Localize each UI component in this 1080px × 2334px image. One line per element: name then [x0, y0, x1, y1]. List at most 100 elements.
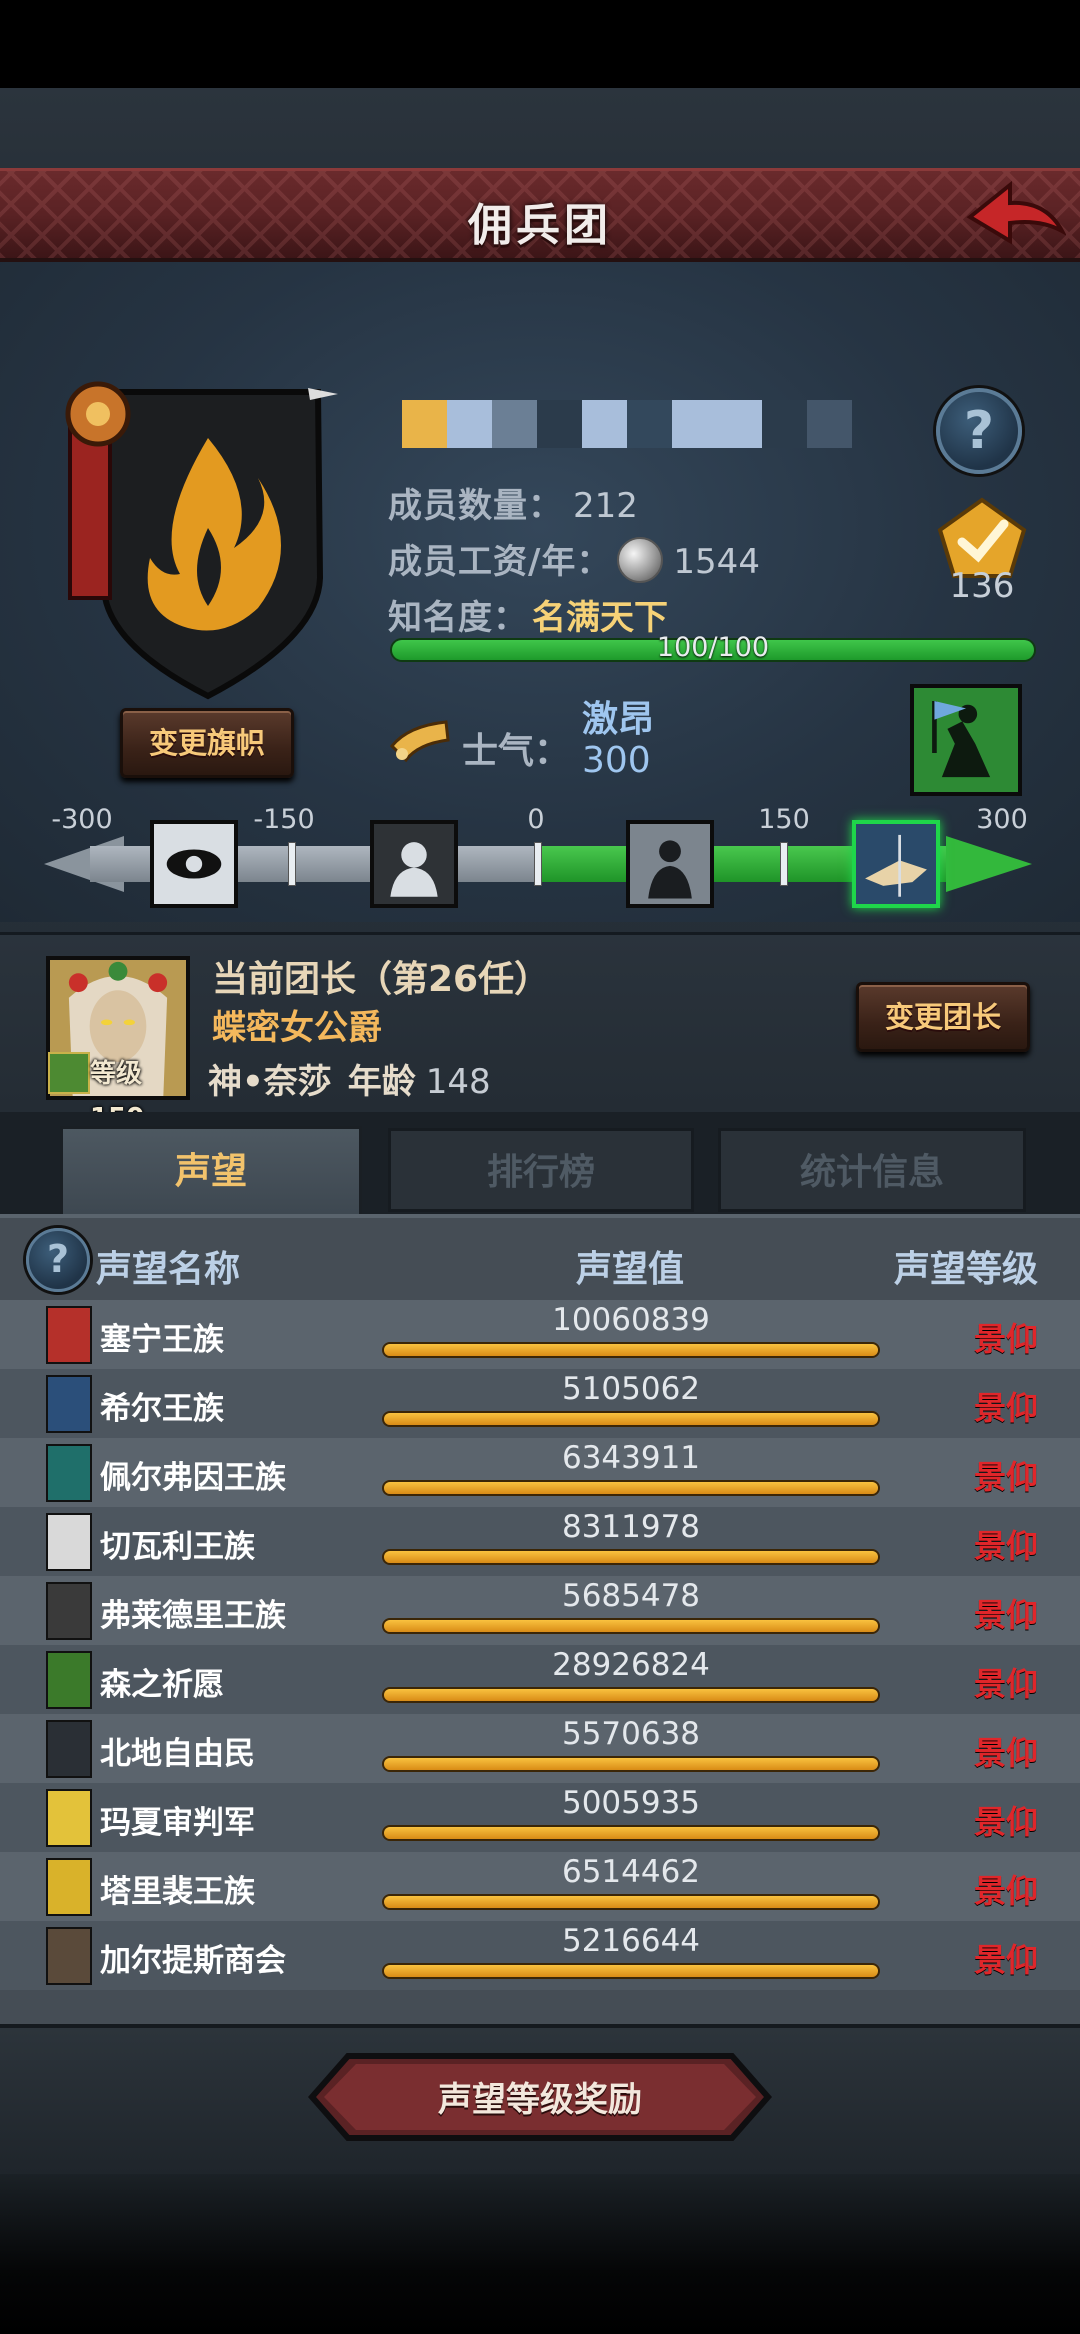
back-arrow-icon[interactable]	[966, 179, 1066, 255]
reputation-reward-button[interactable]: 声望等级奖励	[308, 2052, 772, 2142]
faction-crest-icon	[46, 1651, 92, 1709]
color-swatch	[402, 400, 447, 448]
status-bar-area	[0, 0, 1080, 88]
faction-name: 塔里裴王族	[100, 1874, 255, 1910]
scale-label: 0	[527, 804, 545, 835]
reputation-row[interactable]: 塔里裴王族 6514462 景仰	[0, 1852, 1080, 1921]
faction-name: 塞宁王族	[100, 1322, 224, 1358]
page-title: 佣兵团	[468, 200, 612, 251]
navigation-bar-area	[0, 2174, 1080, 2334]
leader-heading: 当前团长（第26任）	[212, 959, 551, 1000]
faction-crest-icon	[46, 1444, 92, 1502]
morale-tick	[288, 842, 296, 886]
calm-icon[interactable]	[626, 820, 714, 908]
faction-crest-icon	[46, 1720, 92, 1778]
reputation-row[interactable]: 加尔提斯商会 5216644 景仰	[0, 1921, 1080, 1990]
fame-progress-text: 100/100	[656, 632, 770, 663]
reputation-row[interactable]: 弗莱德里王族 5685478 景仰	[0, 1576, 1080, 1645]
leader-title: 蝶密女公爵	[212, 1008, 382, 1048]
faction-name: 北地自由民	[100, 1736, 255, 1772]
help-icon[interactable]: ?	[936, 388, 1022, 474]
leader-level: 等级150	[90, 1059, 144, 1133]
reputation-row[interactable]: 希尔王族 5105062 景仰	[0, 1369, 1080, 1438]
reputation-level: 景仰	[973, 1596, 1038, 1634]
title-bar: 佣兵团	[0, 168, 1080, 262]
faction-crest-icon	[46, 1513, 92, 1571]
tab-leaderboard[interactable]: 排行榜	[388, 1128, 694, 1212]
color-swatch	[672, 400, 717, 448]
reputation-row[interactable]: 北地自由民 5570638 景仰	[0, 1714, 1080, 1783]
faction-name: 加尔提斯商会	[100, 1943, 286, 1979]
scale-label: -300	[51, 804, 113, 835]
tab-statistics[interactable]: 统计信息	[718, 1128, 1026, 1212]
faction-name: 弗莱德里王族	[100, 1598, 286, 1634]
reputation-bar	[384, 1758, 878, 1770]
faction-name: 佩尔弗因王族	[100, 1460, 286, 1496]
flag-emblem-icon[interactable]	[58, 378, 348, 708]
faction-name: 切瓦利王族	[100, 1529, 255, 1565]
reputation-row[interactable]: 切瓦利王族 8311978 景仰	[0, 1507, 1080, 1576]
reward-button-label: 声望等级奖励	[438, 2080, 642, 2120]
reputation-level: 景仰	[973, 1803, 1038, 1841]
reputation-row[interactable]: 塞宁王族 10060839 景仰	[0, 1300, 1080, 1369]
reputation-value: 6514462	[561, 1854, 701, 1890]
faction-name: 希尔王族	[100, 1391, 224, 1427]
eye-icon[interactable]	[150, 820, 238, 908]
reputation-value: 5216644	[561, 1923, 701, 1959]
reputation-value: 10060839	[552, 1302, 710, 1338]
reputation-level: 景仰	[973, 1320, 1038, 1358]
members-label: 成员数量：	[388, 486, 563, 526]
color-swatch	[447, 400, 492, 448]
reputation-level: 景仰	[973, 1527, 1038, 1565]
reputation-bar	[384, 1413, 878, 1425]
faction-crest-icon	[46, 1375, 92, 1433]
column-header-level: 声望等级	[893, 1249, 1038, 1290]
reputation-bar	[384, 1689, 878, 1701]
reputation-bar	[384, 1965, 878, 1977]
faction-crest-icon	[46, 1927, 92, 1985]
salary-label: 成员工资/年：	[388, 542, 612, 582]
morale-arrow-right	[946, 836, 1032, 892]
reputation-value: 5570638	[561, 1716, 701, 1752]
color-swatch	[537, 400, 582, 448]
morale-tick	[780, 842, 788, 886]
reputation-bar	[384, 1896, 878, 1908]
reputation-value: 28926824	[552, 1647, 710, 1683]
morale-value: 300	[582, 740, 651, 781]
color-swatch	[807, 400, 852, 448]
morale-state: 激昂	[582, 699, 655, 740]
change-flag-button[interactable]: 变更旗帜	[120, 708, 294, 778]
tab-reputation[interactable]: 声望	[60, 1126, 362, 1218]
reputation-value: 5105062	[561, 1371, 701, 1407]
reputation-value: 5685478	[561, 1578, 701, 1614]
column-header-value: 声望值	[576, 1249, 685, 1290]
faction-crest-icon	[46, 1582, 92, 1640]
reputation-level: 景仰	[973, 1734, 1038, 1772]
scale-label: 300	[976, 804, 1028, 835]
salary-row: 成员工资/年： 1544	[388, 534, 760, 583]
column-header-name: 声望名称	[96, 1249, 241, 1290]
reputation-row[interactable]: 佩尔弗因王族 6343911 景仰	[0, 1438, 1080, 1507]
change-leader-button[interactable]: 变更团长	[856, 982, 1030, 1052]
coin-icon	[617, 537, 664, 583]
color-swatch	[717, 400, 762, 448]
reputation-level: 景仰	[973, 1458, 1038, 1496]
color-swatch	[582, 400, 627, 448]
morale-tick	[534, 842, 542, 886]
help-icon[interactable]: ?	[26, 1228, 90, 1292]
reputation-row[interactable]: 森之祈愿 28926824 景仰	[0, 1645, 1080, 1714]
morale-label: 士气：	[462, 731, 571, 772]
reputation-bar	[384, 1551, 878, 1563]
scale-label: 150	[758, 804, 810, 835]
members-row: 成员数量： 212	[388, 478, 638, 527]
reputation-row[interactable]: 玛夏审判军 5005935 景仰	[0, 1783, 1080, 1852]
scale-label: -150	[253, 804, 315, 835]
reputation-level: 景仰	[973, 1389, 1038, 1427]
morale-status-icon[interactable]	[910, 684, 1022, 796]
reputation-bar	[384, 1344, 878, 1356]
faction-crest-icon	[46, 1789, 92, 1847]
charge-icon[interactable]	[852, 820, 940, 908]
leader-age: 148	[425, 1062, 491, 1102]
despair-icon[interactable]	[370, 820, 458, 908]
faction-name: 玛夏审判军	[100, 1805, 255, 1841]
